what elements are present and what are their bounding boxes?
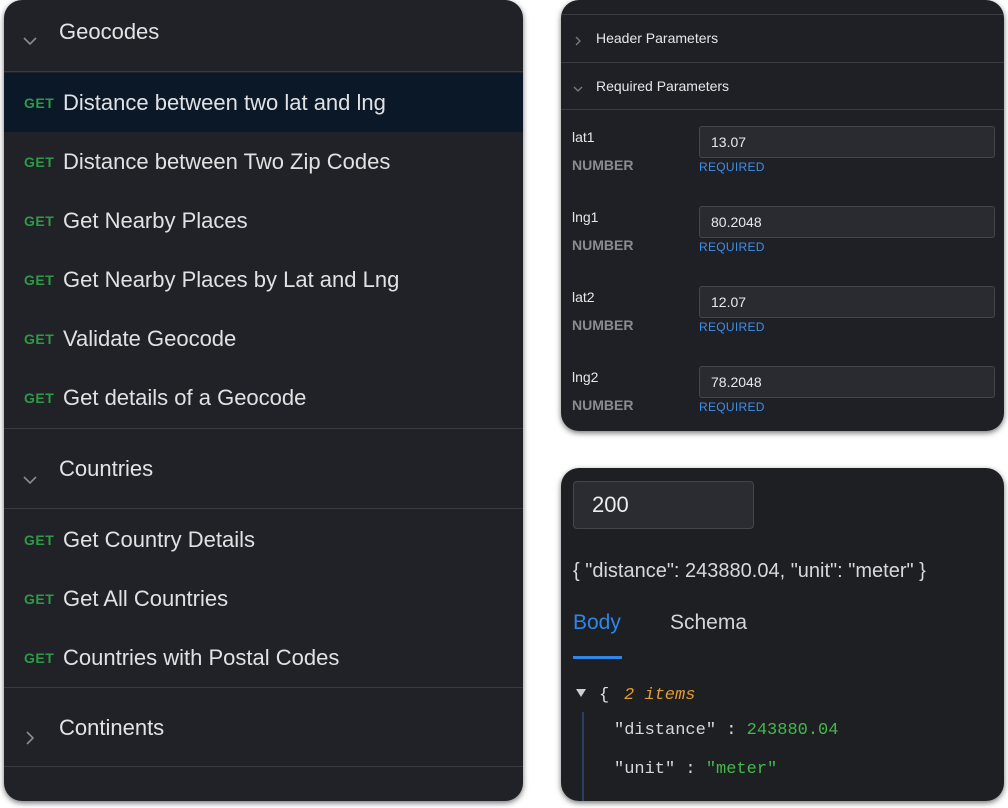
param-name: lat1 xyxy=(572,129,595,145)
parameters-panel: Header Parameters Required Parameters la… xyxy=(561,0,1004,431)
endpoint-sidebar: Geocodes GET Distance between two lat an… xyxy=(4,0,523,801)
endpoint-item[interactable]: GET Get details of a Geocode xyxy=(4,368,523,427)
endpoint-item[interactable]: GET Get All Countries xyxy=(4,569,523,628)
required-label: REQUIRED xyxy=(699,320,765,334)
method-badge: GET xyxy=(24,532,55,548)
endpoint-label: Distance between two lat and lng xyxy=(63,90,386,115)
group-title-countries: Countries xyxy=(59,456,154,481)
method-badge: GET xyxy=(24,213,55,229)
endpoint-item[interactable]: GET Validate Geocode xyxy=(4,309,523,368)
lng1-input[interactable] xyxy=(699,206,995,238)
section-title: Header Parameters xyxy=(596,30,719,46)
status-code-box: 200 xyxy=(573,481,754,529)
endpoint-item[interactable]: GET Countries with Postal Codes xyxy=(4,628,523,687)
endpoint-label: Get Nearby Places xyxy=(63,208,248,233)
endpoint-label: Get details of a Geocode xyxy=(63,385,307,410)
tab-schema[interactable]: Schema xyxy=(670,611,747,635)
method-badge: GET xyxy=(24,650,55,666)
endpoint-item[interactable]: GET Get Country Details xyxy=(4,510,523,569)
json-separator: : xyxy=(726,721,737,740)
group-header-continents[interactable]: Continents xyxy=(4,687,523,767)
tab-body[interactable]: Body xyxy=(573,611,621,635)
chevron-right-icon xyxy=(26,731,35,745)
required-label: REQUIRED xyxy=(699,400,765,414)
required-label: REQUIRED xyxy=(699,160,765,174)
group-header-geocodes[interactable]: Geocodes xyxy=(4,0,523,72)
chevron-down-icon xyxy=(23,37,37,46)
param-name: lat2 xyxy=(572,289,595,305)
json-item-count: 2 items xyxy=(624,686,696,705)
collapse-triangle-icon[interactable] xyxy=(576,689,586,697)
json-value: 243880.04 xyxy=(746,721,839,740)
method-badge: GET xyxy=(24,331,55,347)
param-type: NUMBER xyxy=(572,237,634,253)
endpoint-item[interactable]: GET Distance between Two Zip Codes xyxy=(4,132,523,191)
lat1-input[interactable] xyxy=(699,126,995,158)
param-name: lng2 xyxy=(572,369,599,385)
group-header-countries[interactable]: Countries xyxy=(4,428,523,509)
required-label: REQUIRED xyxy=(699,240,765,254)
json-key: "unit" xyxy=(614,760,676,779)
param-type: NUMBER xyxy=(572,157,634,173)
lng2-input[interactable] xyxy=(699,366,995,398)
json-separator: : xyxy=(685,760,696,779)
endpoint-label: Get Country Details xyxy=(63,527,255,552)
group-title-geocodes: Geocodes xyxy=(59,19,160,44)
chevron-down-icon xyxy=(573,86,583,92)
endpoint-label: Validate Geocode xyxy=(63,326,237,351)
required-parameters-toggle[interactable]: Required Parameters xyxy=(561,62,1004,110)
section-title: Required Parameters xyxy=(596,78,730,94)
param-type: NUMBER xyxy=(572,397,634,413)
header-parameters-toggle[interactable]: Header Parameters xyxy=(561,14,1004,62)
method-badge: GET xyxy=(24,390,55,406)
json-key: "distance" xyxy=(614,721,717,740)
method-badge: GET xyxy=(24,95,55,111)
response-raw-text: { "distance": 243880.04, "unit": "meter"… xyxy=(573,560,926,582)
json-open-brace: { xyxy=(599,686,610,705)
method-badge: GET xyxy=(24,272,55,288)
method-badge: GET xyxy=(24,154,55,170)
chevron-down-icon xyxy=(23,476,37,485)
param-name: lng1 xyxy=(572,209,599,225)
active-tab-indicator xyxy=(573,656,622,659)
json-value: "meter" xyxy=(705,760,778,779)
json-field-unit: "unit" : "meter" xyxy=(614,760,777,779)
endpoint-item[interactable]: GET Get Nearby Places xyxy=(4,191,523,250)
endpoint-label: Countries with Postal Codes xyxy=(63,645,340,670)
chevron-right-icon xyxy=(575,36,581,46)
endpoint-label: Get All Countries xyxy=(63,586,229,611)
json-indent-guide xyxy=(582,712,584,801)
endpoint-label: Get Nearby Places by Lat and Lng xyxy=(63,267,400,292)
response-panel: 200 { "distance": 243880.04, "unit": "me… xyxy=(561,468,1004,801)
lat2-input[interactable] xyxy=(699,286,995,318)
param-type: NUMBER xyxy=(572,317,634,333)
endpoint-item[interactable]: GET Distance between two lat and lng xyxy=(4,73,523,132)
group-title-continents: Continents xyxy=(59,715,165,740)
json-field-distance: "distance" : 243880.04 xyxy=(614,721,838,740)
method-badge: GET xyxy=(24,591,55,607)
endpoint-item[interactable]: GET Get Nearby Places by Lat and Lng xyxy=(4,250,523,309)
endpoint-label: Distance between Two Zip Codes xyxy=(63,149,391,174)
